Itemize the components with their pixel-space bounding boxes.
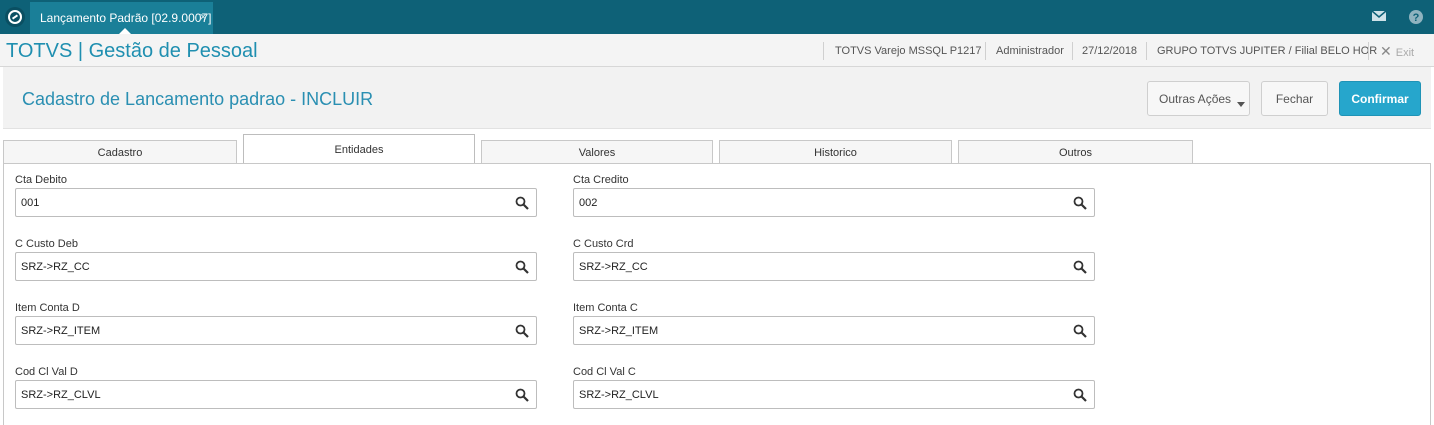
header-separator <box>1146 42 1147 60</box>
item-conta-d-label: Item Conta D <box>15 302 80 314</box>
totvs-logo-icon[interactable] <box>5 7 25 27</box>
cod-cl-val-d-label: Cod Cl Val D <box>15 366 78 378</box>
tab-cadastro[interactable]: Cadastro <box>3 140 237 164</box>
tab-entidades[interactable]: Entidades <box>243 134 475 164</box>
page-title: Cadastro de Lancamento padrao - INCLUIR <box>22 89 374 109</box>
c-custo-deb-field[interactable]: SRZ->RZ_CC <box>15 252 537 281</box>
search-icon[interactable] <box>1073 260 1087 274</box>
search-icon[interactable] <box>515 388 529 402</box>
top-bar: Lançamento Padrão [02.9.0007] × ? <box>0 0 1434 35</box>
cta-credito-label: Cta Credito <box>573 174 629 186</box>
folder-tabs: Cadastro Entidades Valores Historico Out… <box>0 134 1434 164</box>
search-icon[interactable] <box>515 196 529 210</box>
outras-acoes-button[interactable]: Outras Ações <box>1147 81 1250 116</box>
header-separator <box>1368 42 1369 60</box>
item-conta-d-field[interactable]: SRZ->RZ_ITEM <box>15 316 537 345</box>
exit-icon: ✕ <box>1380 43 1392 59</box>
title-band: Cadastro de Lancamento padrao - INCLUIR … <box>3 67 1431 129</box>
outras-acoes-label: Outras Ações <box>1159 91 1232 106</box>
header-separator <box>1072 42 1073 60</box>
cod-cl-val-c-field[interactable]: SRZ->RZ_CLVL <box>573 380 1095 409</box>
search-icon[interactable] <box>1073 388 1087 402</box>
header-separator <box>823 42 824 60</box>
c-custo-deb-label: C Custo Deb <box>15 238 78 250</box>
tab-valores[interactable]: Valores <box>481 140 713 164</box>
search-icon[interactable] <box>515 324 529 338</box>
c-custo-deb-value: SRZ->RZ_CC <box>21 261 90 273</box>
cta-credito-value: 002 <box>579 197 598 209</box>
search-icon[interactable] <box>1073 196 1087 210</box>
header-bar: TOTVS | Gestão de Pessoal TOTVS Varejo M… <box>0 34 1434 67</box>
cod-cl-val-c-value: SRZ->RZ_CLVL <box>579 389 659 401</box>
form-panel: Cta Debito 001 Cta Credito 002 C Custo D… <box>3 163 1431 425</box>
close-icon[interactable]: × <box>199 9 207 24</box>
cod-cl-val-c-label: Cod Cl Val C <box>573 366 636 378</box>
app-tab-label: Lançamento Padrão [02.9.0007] <box>40 11 212 25</box>
environment-label: TOTVS Varejo MSSQL P1217 <box>835 45 982 57</box>
cta-debito-field[interactable]: 001 <box>15 188 537 217</box>
item-conta-c-label: Item Conta C <box>573 302 638 314</box>
cta-debito-value: 001 <box>21 197 40 209</box>
svg-text:?: ? <box>1413 12 1420 24</box>
c-custo-crd-value: SRZ->RZ_CC <box>579 261 648 273</box>
item-conta-d-value: SRZ->RZ_ITEM <box>21 325 101 337</box>
cod-cl-val-d-field[interactable]: SRZ->RZ_CLVL <box>15 380 537 409</box>
c-custo-crd-field[interactable]: SRZ->RZ_CC <box>573 252 1095 281</box>
c-custo-crd-label: C Custo Crd <box>573 238 634 250</box>
search-icon[interactable] <box>515 260 529 274</box>
company-label: GRUPO TOTVS JUPITER / Filial BELO HOR <box>1157 45 1378 57</box>
help-icon[interactable]: ? <box>1400 6 1432 28</box>
date-label: 27/12/2018 <box>1082 45 1138 57</box>
brand-title: TOTVS | Gestão de Pessoal <box>6 40 258 62</box>
app-tab-lancamento-padrao[interactable]: Lançamento Padrão [02.9.0007] × <box>30 2 213 35</box>
fechar-button[interactable]: Fechar <box>1261 81 1328 116</box>
header-separator <box>985 42 986 60</box>
user-label: Administrador <box>996 45 1064 57</box>
tab-outros[interactable]: Outros <box>958 140 1193 164</box>
cta-debito-label: Cta Debito <box>15 174 67 186</box>
tab-historico[interactable]: Historico <box>719 140 952 164</box>
exit-label: Exit <box>1395 47 1415 59</box>
mail-icon[interactable] <box>1363 8 1395 26</box>
caret-down-icon <box>1237 102 1245 107</box>
exit-button[interactable]: ✕ Exit <box>1380 43 1414 59</box>
cta-credito-field[interactable]: 002 <box>573 188 1095 217</box>
search-icon[interactable] <box>1073 324 1087 338</box>
confirmar-button[interactable]: Confirmar <box>1339 81 1421 116</box>
item-conta-c-value: SRZ->RZ_ITEM <box>579 325 659 337</box>
item-conta-c-field[interactable]: SRZ->RZ_ITEM <box>573 316 1095 345</box>
cod-cl-val-d-value: SRZ->RZ_CLVL <box>21 389 101 401</box>
